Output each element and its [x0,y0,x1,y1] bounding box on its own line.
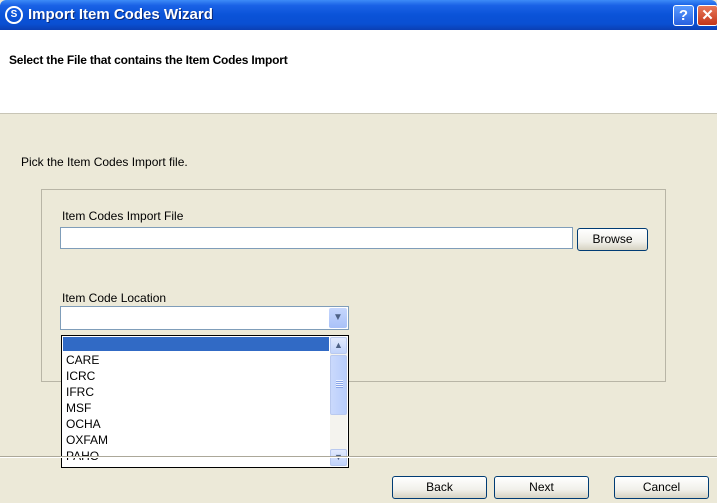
grip-icon [336,380,343,388]
chevron-down-icon[interactable]: ▼ [329,308,347,328]
back-button[interactable]: Back [392,476,487,499]
scroll-up-icon[interactable]: ▲ [330,337,347,354]
import-file-input[interactable] [60,227,573,249]
header-panel: Select the File that contains the Item C… [0,30,717,114]
next-button[interactable]: Next [494,476,589,499]
list-item[interactable]: ICRC [63,369,329,383]
title-bar[interactable]: S Import Item Codes Wizard ? ✕ [0,0,717,30]
close-button[interactable]: ✕ [697,5,717,26]
file-label: Item Codes Import File [62,209,184,223]
scroll-thumb[interactable] [330,355,347,415]
list-item[interactable]: OCHA [63,417,329,431]
browse-button[interactable]: Browse [577,228,648,251]
list-item[interactable] [63,337,329,351]
app-icon: S [5,6,23,24]
location-dropdown-list[interactable]: CARE ICRC IFRC MSF OCHA OXFAM PAHO ▲ ▼ [61,335,349,468]
cancel-button[interactable]: Cancel [614,476,709,499]
list-item[interactable]: MSF [63,401,329,415]
page-title: Select the File that contains the Item C… [9,53,288,67]
list-item[interactable]: OXFAM [63,433,329,447]
list-item[interactable]: IFRC [63,385,329,399]
location-combobox[interactable]: ▼ [60,306,349,330]
footer-divider [0,456,717,458]
instruction-text: Pick the Item Codes Import file. [21,155,188,169]
help-button[interactable]: ? [673,5,694,26]
window-title: Import Item Codes Wizard [28,6,213,23]
list-item[interactable]: CARE [63,353,329,367]
location-label: Item Code Location [62,291,167,305]
dropdown-scrollbar[interactable]: ▲ ▼ [330,337,347,466]
